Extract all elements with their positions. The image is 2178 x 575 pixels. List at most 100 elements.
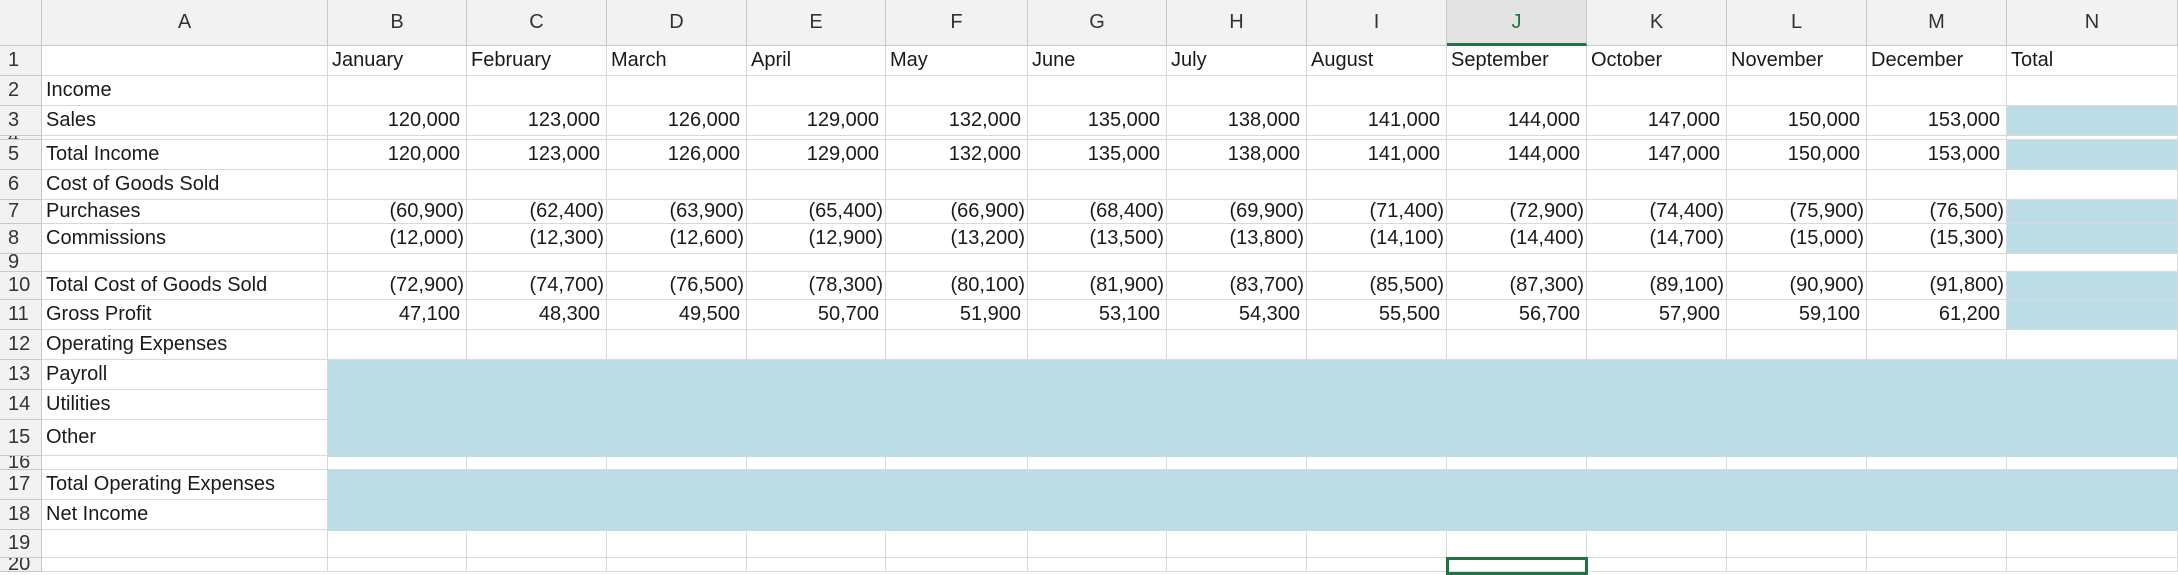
sales-cell[interactable]: 153,000 [1867, 106, 2007, 136]
cell-n12[interactable] [2007, 330, 2178, 360]
total-income-cell[interactable]: 153,000 [1867, 140, 2007, 170]
utilities-empty-cell[interactable] [747, 390, 887, 421]
cell-g9[interactable] [1028, 254, 1167, 272]
utilities-empty-cell[interactable] [607, 390, 748, 421]
purchases-cell[interactable]: (63,900) [607, 200, 747, 224]
cell-b6[interactable] [328, 170, 467, 200]
label-cogs[interactable]: Cost of Goods Sold [42, 170, 328, 200]
cell-j2[interactable] [1447, 76, 1587, 106]
utilities-empty-cell[interactable] [1727, 390, 1868, 421]
cell-d2[interactable] [607, 76, 747, 106]
month-header-b[interactable]: January [328, 46, 467, 76]
sales-cell[interactable]: 135,000 [1028, 106, 1167, 136]
total-opex-empty-cell[interactable] [1867, 470, 2008, 501]
cell-k19[interactable] [1587, 530, 1727, 558]
column-header-n[interactable]: N [2007, 0, 2178, 46]
cell-c19[interactable] [467, 530, 607, 558]
utilities-empty-cell[interactable] [1307, 390, 1448, 421]
gross-profit-cell[interactable]: 50,700 [747, 300, 886, 330]
row-header-10[interactable]: 10 [0, 272, 42, 300]
label-purchases[interactable]: Purchases [42, 200, 328, 224]
row-header-11[interactable]: 11 [0, 300, 42, 330]
column-header-e[interactable]: E [747, 0, 886, 46]
cell-m2[interactable] [1867, 76, 2007, 106]
total-income-cell[interactable]: 120,000 [328, 140, 467, 170]
total-cell-purchases[interactable] [2007, 200, 2178, 224]
other-empty-cell[interactable] [886, 420, 1029, 457]
cell-a20[interactable] [42, 558, 328, 572]
label-other[interactable]: Other [42, 420, 328, 456]
label-payroll[interactable]: Payroll [42, 360, 328, 390]
total-cogs-cell[interactable]: (81,900) [1028, 272, 1167, 300]
row-header-8[interactable]: 8 [0, 224, 42, 254]
column-header-h[interactable]: H [1167, 0, 1307, 46]
cell-c20[interactable] [467, 558, 607, 572]
total-income-cell[interactable]: 135,000 [1028, 140, 1167, 170]
row-header-20[interactable]: 20 [0, 558, 42, 572]
cell-k16[interactable] [1587, 456, 1727, 470]
cell-m20[interactable] [1867, 558, 2007, 572]
cell-m6[interactable] [1867, 170, 2007, 200]
other-empty-cell[interactable] [1727, 420, 1868, 457]
cell-n16[interactable] [2007, 456, 2178, 470]
cell-m9[interactable] [1867, 254, 2007, 272]
total-cogs-cell[interactable]: (90,900) [1727, 272, 1867, 300]
row-header-13[interactable]: 13 [0, 360, 42, 390]
total-income-cell[interactable]: 147,000 [1587, 140, 1727, 170]
commissions-cell[interactable]: (12,900) [747, 224, 886, 254]
total-cogs-cell[interactable]: (83,700) [1167, 272, 1307, 300]
column-header-b[interactable]: B [328, 0, 467, 46]
payroll-empty-cell[interactable] [1867, 360, 2008, 391]
cell-e16[interactable] [747, 456, 886, 470]
column-header-d[interactable]: D [607, 0, 747, 46]
cell-j9[interactable] [1447, 254, 1587, 272]
total-income-cell[interactable]: 138,000 [1167, 140, 1307, 170]
payroll-empty-cell[interactable] [467, 360, 608, 391]
month-header-f[interactable]: May [886, 46, 1028, 76]
payroll-empty-cell[interactable] [2007, 360, 2178, 391]
cell-k12[interactable] [1587, 330, 1727, 360]
total-cell-sales[interactable] [2007, 106, 2178, 136]
cell-f16[interactable] [886, 456, 1028, 470]
purchases-cell[interactable]: (71,400) [1307, 200, 1447, 224]
total-income-cell[interactable]: 150,000 [1727, 140, 1867, 170]
row-header-16[interactable]: 16 [0, 456, 42, 470]
cell-g20[interactable] [1028, 558, 1167, 572]
purchases-cell[interactable]: (60,900) [328, 200, 467, 224]
cell-m19[interactable] [1867, 530, 2007, 558]
other-empty-cell[interactable] [328, 420, 468, 457]
total-income-cell[interactable]: 132,000 [886, 140, 1028, 170]
cell-d6[interactable] [607, 170, 747, 200]
cell-l12[interactable] [1727, 330, 1867, 360]
cell-n6[interactable] [2007, 170, 2178, 200]
payroll-empty-cell[interactable] [1028, 360, 1168, 391]
cell-i20[interactable] [1307, 558, 1447, 572]
cell-h19[interactable] [1167, 530, 1307, 558]
purchases-cell[interactable]: (62,400) [467, 200, 607, 224]
payroll-empty-cell[interactable] [1307, 360, 1448, 391]
sales-cell[interactable]: 126,000 [607, 106, 747, 136]
cell-b16[interactable] [328, 456, 467, 470]
cell-i19[interactable] [1307, 530, 1447, 558]
net-income-empty-cell[interactable] [1867, 500, 2008, 531]
utilities-empty-cell[interactable] [1167, 390, 1308, 421]
cell-b20[interactable] [328, 558, 467, 572]
cell-c9[interactable] [467, 254, 607, 272]
label-opex[interactable]: Operating Expenses [42, 330, 328, 360]
purchases-cell[interactable]: (65,400) [747, 200, 886, 224]
month-header-n[interactable]: Total [2007, 46, 2178, 76]
other-empty-cell[interactable] [2007, 420, 2178, 457]
net-income-empty-cell[interactable] [1447, 500, 1588, 531]
payroll-empty-cell[interactable] [747, 360, 887, 391]
sales-cell[interactable]: 144,000 [1447, 106, 1587, 136]
cell-h12[interactable] [1167, 330, 1307, 360]
sales-cell[interactable]: 138,000 [1167, 106, 1307, 136]
cell-j6[interactable] [1447, 170, 1587, 200]
cell-g16[interactable] [1028, 456, 1167, 470]
cell-i6[interactable] [1307, 170, 1447, 200]
cell-g2[interactable] [1028, 76, 1167, 106]
commissions-cell[interactable]: (15,000) [1727, 224, 1867, 254]
row-header-9[interactable]: 9 [0, 254, 42, 272]
commissions-cell[interactable]: (13,500) [1028, 224, 1167, 254]
total-opex-empty-cell[interactable] [328, 470, 468, 501]
